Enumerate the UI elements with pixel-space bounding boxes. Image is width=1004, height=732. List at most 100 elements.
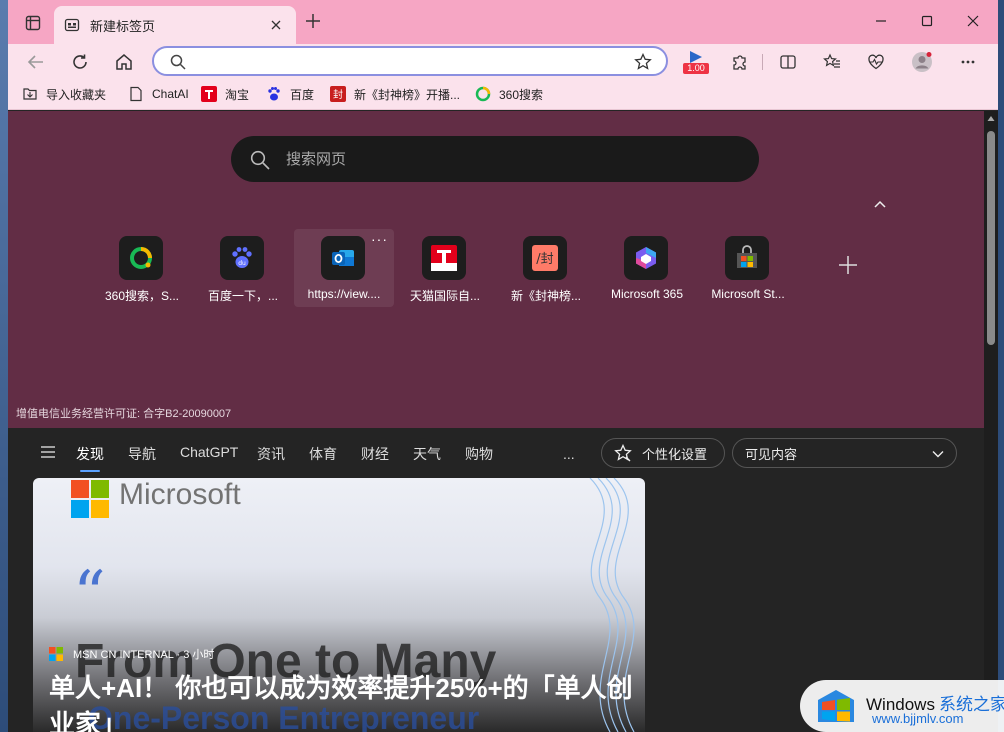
collapse-quick-links-button[interactable] (870, 194, 890, 214)
favorite-360search[interactable]: 360搜索 (475, 84, 543, 104)
hamburger-icon (41, 446, 55, 458)
back-arrow-icon (27, 55, 43, 69)
svg-text:封: 封 (333, 88, 343, 101)
360-icon (475, 86, 491, 102)
favorite-fengshen[interactable]: 封 新《封神榜》开播... (330, 84, 460, 104)
360-icon (119, 236, 163, 280)
browser-window: 新建标签页 1.00 导入收藏夹 ChatAI 淘宝 百度 封 新《封神榜》开播… (8, 0, 998, 732)
new-tab-button[interactable] (302, 12, 324, 34)
card-brand-text: Microsoft (119, 478, 241, 511)
tab-navigation[interactable]: 导航 (128, 444, 156, 464)
split-screen-icon (780, 55, 796, 69)
home-icon (116, 54, 132, 70)
minimize-button[interactable] (858, 6, 904, 36)
baidu-paw-icon (266, 86, 282, 102)
split-screen-button[interactable] (774, 48, 802, 76)
favorite-label: 360搜索 (499, 87, 544, 102)
quick-link-label: Microsoft 365 (610, 287, 684, 301)
desktop-background-right (998, 0, 1004, 732)
desktop-background (0, 0, 8, 732)
msn-source-icon (49, 647, 63, 661)
tab-weather[interactable]: 天气 (413, 444, 441, 464)
quick-link-microsoft365[interactable]: Microsoft 365 (597, 229, 697, 307)
address-bar[interactable] (152, 46, 668, 76)
favorite-label: ChatAI (152, 87, 189, 101)
more-tabs-button[interactable]: ... (563, 446, 575, 462)
store-icon (725, 236, 769, 280)
tab-sports[interactable]: 体育 (309, 444, 337, 464)
baidu-paw-icon: du (220, 236, 264, 280)
add-quick-link-button[interactable] (834, 253, 862, 281)
plus-icon (306, 14, 320, 28)
profile-button[interactable] (908, 48, 936, 76)
personalize-button[interactable]: 个性化设置 (601, 438, 725, 468)
page-scrollbar[interactable] (984, 111, 998, 732)
card-source: MSN CN INTERNAL · 3 小时 (49, 646, 214, 662)
tmall-icon (422, 236, 466, 280)
settings-more-button[interactable] (954, 48, 982, 76)
maximize-icon (921, 15, 933, 27)
address-input[interactable] (194, 52, 614, 72)
tmall-icon (201, 86, 217, 102)
maximize-button[interactable] (904, 6, 950, 36)
page-icon (128, 86, 144, 102)
favorite-label: 百度 (290, 87, 315, 102)
quick-link-label: Microsoft St... (711, 287, 785, 301)
quick-link-360search[interactable]: 360搜索，S... (92, 229, 192, 307)
fengshen-icon: /封 (523, 236, 567, 280)
favorites-button[interactable] (818, 48, 846, 76)
new-tab-page-icon (64, 18, 80, 32)
quick-link-outlook[interactable]: ··· https://view.... (294, 229, 394, 307)
tab-shopping[interactable]: 购物 (465, 444, 493, 464)
back-button[interactable] (22, 48, 50, 76)
browser-essentials-button[interactable] (862, 48, 890, 76)
home-button[interactable] (110, 48, 138, 76)
news-card[interactable]: Microsoft “ From One to Many One-Person … (33, 478, 645, 732)
svg-text:du: du (238, 260, 246, 267)
import-favorites-icon (22, 86, 38, 102)
favorite-label: 淘宝 (225, 87, 250, 102)
favorites-list-icon (823, 53, 840, 68)
new-tab-page: 360搜索，S... du 百度一下，... ··· https://view.… (8, 111, 984, 428)
favorite-taobao[interactable]: 淘宝 (201, 84, 249, 104)
fengshen-icon: 封 (330, 86, 346, 102)
close-window-button[interactable] (950, 6, 996, 36)
extensions-button[interactable] (726, 48, 754, 76)
quick-link-tmall[interactable]: 天猫国际自... (395, 229, 495, 307)
tab-actions-button[interactable] (22, 12, 44, 34)
favorite-star-icon[interactable] (634, 53, 652, 71)
card-source-text: MSN CN INTERNAL · 3 小时 (73, 649, 215, 661)
favorite-chatai[interactable]: ChatAI (128, 84, 189, 104)
quick-link-baidu[interactable]: du 百度一下，... (193, 229, 293, 307)
scrollbar-thumb[interactable] (987, 131, 995, 345)
search-icon (170, 54, 186, 70)
web-search-input[interactable] (286, 148, 726, 170)
tile-more-options-button[interactable]: ··· (371, 231, 388, 247)
tab-chatgpt[interactable]: ChatGPT (180, 444, 238, 460)
refresh-button[interactable] (66, 48, 94, 76)
web-search-box[interactable] (231, 136, 759, 182)
more-horizontal-icon (961, 60, 975, 64)
favorite-baidu[interactable]: 百度 (266, 84, 314, 104)
close-icon (967, 15, 979, 27)
card-headline[interactable]: 单人+AI！ 你也可以成为效率提升25%+的「单人创业家」 (49, 670, 639, 732)
quick-link-fengshen[interactable]: /封 新《封神榜... (496, 229, 596, 307)
scroll-up-arrow-icon[interactable] (987, 115, 995, 123)
favorite-label: 新《封神榜》开播... (354, 87, 461, 102)
quick-link-microsoft-store[interactable]: Microsoft St... (698, 229, 798, 307)
tab-discover[interactable]: 发现 (76, 444, 104, 472)
quick-link-label: 360搜索，S... (104, 289, 180, 303)
quote-mark-icon: “ (73, 558, 106, 632)
tab-finance[interactable]: 财经 (361, 444, 389, 464)
favorite-import[interactable]: 导入收藏夹 (22, 84, 106, 104)
m365-icon (624, 236, 668, 280)
plus-icon (839, 256, 857, 274)
heart-pulse-icon (868, 54, 884, 70)
tab-new-tab[interactable]: 新建标签页 (54, 6, 296, 44)
visible-content-dropdown[interactable]: 可见内容 (732, 438, 957, 468)
tab-news[interactable]: 资讯 (257, 444, 285, 464)
toolbar: 1.00 (8, 44, 998, 78)
video-speed-extension-button[interactable]: 1.00 (683, 50, 709, 74)
hamburger-menu-button[interactable] (40, 445, 56, 459)
tab-close-button[interactable] (266, 17, 286, 34)
